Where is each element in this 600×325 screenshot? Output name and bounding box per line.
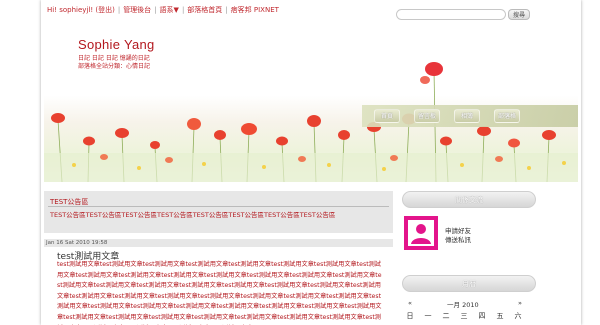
blog-subtitle: 日記 日記 日記 憶誦的日記 [78, 55, 150, 62]
separator: | [181, 6, 185, 14]
search-input[interactable] [396, 9, 506, 20]
calendar-month-label: 一月 2010 [447, 301, 479, 309]
announcement-box: TEST公告區 TEST公告區TEST公告區TEST公告區TEST公告區TEST… [44, 191, 393, 233]
search-button[interactable]: 搜尋 [508, 9, 530, 20]
weekday-label: 二 [442, 312, 450, 320]
calendar-prev-button[interactable]: « [408, 299, 412, 307]
blog-description: 日記 日記 日記 憶誦的日記 部落格全站分類：心情日記 [78, 55, 150, 71]
avatar[interactable] [404, 216, 438, 250]
nav-item-albums[interactable]: 相簿 [454, 109, 480, 123]
logout-link[interactable]: Hi! sophieyjl! (登出) [47, 6, 115, 14]
user-silhouette-icon [408, 220, 434, 246]
weekday-label: 五 [496, 312, 504, 320]
navigation-bar: 首頁 留言板 相簿 部落格 [362, 105, 578, 127]
separator: | [225, 6, 228, 14]
nav-item-guestbook[interactable]: 留言板 [414, 109, 440, 123]
blog-category[interactable]: 部落格全站分類：心情日記 [78, 63, 150, 71]
weekday-label: 四 [478, 312, 486, 320]
blog-home-link[interactable]: 部落格首頁 [187, 6, 222, 14]
nav-item-blog[interactable]: 部落格 [494, 109, 520, 123]
nav-item-home[interactable]: 首頁 [374, 109, 400, 123]
header-banner: Sophie Yang 日記 日記 日記 憶誦的日記 部落格全站分類：心情日記 … [44, 25, 578, 182]
top-bar: Hi! sophieyjl! (登出) | 管理後台 | 語系▼ | 部落格首頁 | 痞客邦 P… [47, 5, 279, 17]
send-message-link[interactable]: 傳送私訊 [445, 234, 471, 244]
calendar-next-button[interactable]: » [518, 299, 522, 307]
post-body: test測試用文章test測試用文章test測試用文章test測試用文章test… [57, 261, 382, 325]
weekday-label: 日 [406, 312, 414, 320]
separator: | [154, 6, 157, 14]
calendar-section-header: 月曆 [402, 275, 536, 292]
separator: | [117, 6, 121, 14]
social-section-header: 關係交流 [402, 191, 536, 208]
weekday-label: 三 [460, 312, 468, 320]
blog-title[interactable]: Sophie Yang [78, 37, 155, 52]
pixnet-link[interactable]: 痞客邦 PIXNET [231, 6, 279, 14]
language-link[interactable]: 語系▼ [160, 6, 179, 14]
weekday-label: 六 [514, 312, 522, 320]
post-date: Jan 16 Sat 2010 19:58 [44, 239, 393, 247]
announcement-content: TEST公告區TEST公告區TEST公告區TEST公告區TEST公告區TEST公… [50, 211, 336, 219]
admin-link[interactable]: 管理後台 [123, 6, 151, 14]
divider [48, 206, 389, 207]
weekday-label: 一 [424, 312, 432, 320]
